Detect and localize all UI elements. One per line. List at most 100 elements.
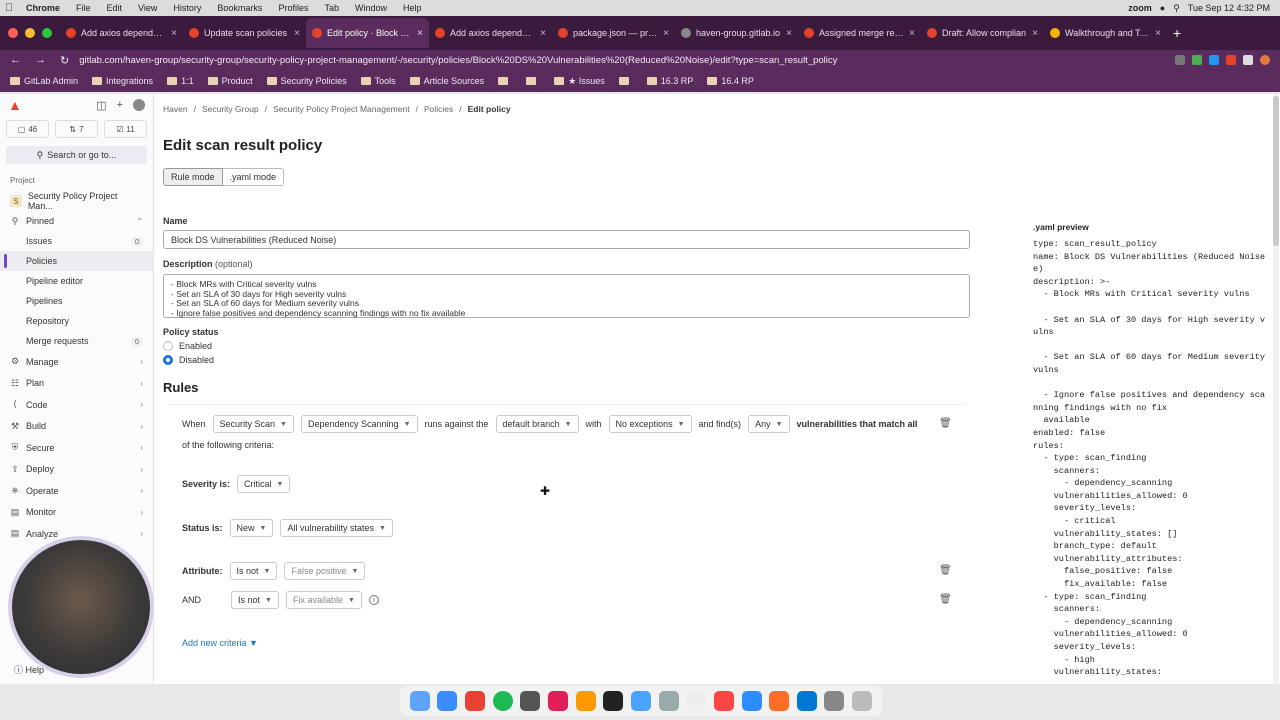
bookmark-item[interactable] (618, 77, 633, 85)
sidebar-group-operate[interactable]: ⎈ Operate › (0, 480, 153, 502)
menu-profiles[interactable]: Profiles (270, 3, 316, 13)
app-icon[interactable] (575, 691, 596, 711)
app-icon[interactable] (686, 691, 707, 711)
bookmark-item[interactable]: Product (207, 76, 253, 86)
close-tab-icon[interactable]: × (171, 28, 177, 39)
search-button[interactable]: ⚲ Search or go to... (6, 146, 147, 164)
description-textarea[interactable]: - Block MRs with Critical severity vulns… (163, 274, 970, 318)
severity-dropdown[interactable]: Critical ▼ (237, 475, 291, 493)
browser-tab[interactable]: Add axios dependenc × (60, 18, 183, 48)
menu-help[interactable]: Help (395, 3, 430, 13)
scrollbar-thumb[interactable] (1273, 96, 1279, 246)
breadcrumb-item[interactable]: Haven (163, 104, 188, 114)
sidebar-group-build[interactable]: ⚒ Build › (0, 416, 153, 438)
sidebar-group-code[interactable]: ⟨ Code › (0, 394, 153, 416)
page-scrollbar[interactable] (1273, 94, 1279, 684)
bookmark-item[interactable]: 1:1 (167, 76, 194, 86)
new-tab-button[interactable]: + (1173, 25, 1181, 41)
sidebar-item-repository[interactable]: Repository (0, 311, 153, 331)
menu-app[interactable]: Chrome (18, 3, 68, 13)
browser-tab[interactable]: Draft: Allow complian × (921, 18, 1044, 48)
close-tab-icon[interactable]: × (663, 28, 669, 39)
exceptions-dropdown[interactable]: No exceptions ▼ (608, 415, 692, 433)
close-tab-icon[interactable]: × (1155, 28, 1161, 39)
bookmark-item[interactable]: Integrations (92, 76, 153, 86)
extension-icon[interactable] (1209, 55, 1219, 65)
gitlab-app-icon[interactable] (769, 691, 790, 711)
clock[interactable]: Tue Sep 12 4:32 PM (1188, 3, 1270, 13)
zoom-status[interactable]: zoom (1128, 3, 1152, 13)
menu-history[interactable]: History (165, 3, 209, 13)
menu-view[interactable]: View (130, 3, 165, 13)
sidebar-toggle-icon[interactable]: ◫ (96, 99, 106, 112)
extension-icon[interactable] (1226, 55, 1236, 65)
sidebar-group-monitor[interactable]: ▤ Monitor › (0, 502, 153, 524)
search-icon[interactable]: ⚲ (1173, 3, 1180, 14)
minimize-window-button[interactable] (25, 28, 35, 38)
close-window-button[interactable] (8, 28, 18, 38)
menu-tab[interactable]: Tab (316, 3, 347, 13)
sidebar-item-pipelines[interactable]: Pipelines (0, 291, 153, 311)
vscode-icon[interactable] (796, 691, 817, 711)
url-field[interactable]: gitlab.com/haven-group/security-group/se… (79, 55, 1175, 66)
reload-icon[interactable]: ↻ (60, 54, 69, 67)
slack-icon[interactable] (548, 691, 569, 711)
bookmark-item[interactable]: 16.4 RP (707, 76, 754, 86)
settings-icon[interactable] (520, 691, 541, 711)
sidebar-group-deploy[interactable]: ⇧ Deploy › (0, 459, 153, 481)
branch-dropdown[interactable]: default branch ▼ (495, 415, 579, 433)
app-icon[interactable] (713, 691, 734, 711)
count-dropdown[interactable]: Any ▼ (748, 415, 790, 433)
sidebar-group-manage[interactable]: ⚙ Manage › (0, 351, 153, 373)
name-input[interactable]: Block DS Vulnerabilities (Reduced Noise) (163, 230, 970, 249)
bookmark-item[interactable]: Tools (360, 76, 396, 86)
user-avatar[interactable] (133, 99, 145, 111)
browser-tab[interactable]: Update scan policies × (183, 18, 306, 48)
browser-tab[interactable]: Assigned merge requ × (798, 18, 921, 48)
sidebar-project[interactable]: S Security Policy Project Man... (0, 191, 153, 211)
close-tab-icon[interactable]: × (786, 28, 792, 39)
scan-type-dropdown[interactable]: Security Scan ▼ (212, 415, 294, 433)
delete-rule-icon[interactable]: 🗑 (939, 418, 952, 429)
app-store-icon[interactable] (437, 691, 458, 711)
bookmark-item[interactable] (526, 77, 540, 85)
puzzle-icon[interactable] (1243, 55, 1253, 65)
scanner-dropdown[interactable]: Dependency Scanning ▼ (300, 415, 418, 433)
disabled-radio[interactable]: Disabled (163, 355, 214, 365)
extension-icon[interactable] (1175, 55, 1185, 65)
wifi-icon[interactable]: ● (1160, 3, 1165, 13)
zoom-icon[interactable] (741, 691, 762, 711)
menu-window[interactable]: Window (347, 3, 395, 13)
chrome-icon[interactable] (465, 691, 486, 711)
finder-icon[interactable] (409, 691, 430, 711)
forward-icon[interactable]: → (35, 54, 46, 67)
app-icon[interactable] (630, 691, 651, 711)
bookmark-item[interactable]: 16.3 RP (646, 76, 693, 86)
bookmark-item[interactable]: GitLab Admin (10, 76, 78, 86)
gitlab-logo-icon[interactable]: ▲ (8, 97, 22, 113)
sidebar-group-plan[interactable]: ☷ Plan › (0, 373, 153, 395)
browser-tab[interactable]: haven-group.gitlab.io × (675, 18, 798, 48)
browser-tab[interactable]: package.json — proje × (552, 18, 675, 48)
breadcrumb-item[interactable]: Policies (424, 104, 453, 114)
vuln-states-dropdown[interactable]: All vulnerability states ▼ (280, 519, 393, 537)
sidebar-group-secure[interactable]: ⛨ Secure › (0, 437, 153, 459)
breadcrumb-item[interactable]: Security Group (202, 104, 259, 114)
create-new-icon[interactable]: + (117, 99, 123, 111)
sidebar-item-policies[interactable]: Policies (0, 251, 153, 271)
bookmark-item[interactable]: Article Sources (409, 76, 484, 86)
trash-icon[interactable] (852, 691, 873, 711)
issues-counter[interactable]: ▢ 46 (6, 120, 49, 138)
bookmark-item[interactable]: Security Policies (266, 76, 347, 86)
apple-icon[interactable]:  (0, 2, 18, 14)
rule-mode-button[interactable]: Rule mode (163, 168, 223, 186)
downloads-icon[interactable] (824, 691, 845, 711)
extension-icon[interactable] (1192, 55, 1202, 65)
breadcrumb-item[interactable]: Security Policy Project Management (273, 104, 410, 114)
delete-attribute-icon[interactable]: 🗑 (939, 565, 952, 576)
close-tab-icon[interactable]: × (909, 28, 915, 39)
close-tab-icon[interactable]: × (294, 28, 300, 39)
browser-tab[interactable]: Walkthrough and Test × (1044, 18, 1167, 48)
bookmark-item[interactable]: ★ Issues (554, 76, 605, 87)
browser-tab[interactable]: Add axios dependenc × (429, 18, 552, 48)
